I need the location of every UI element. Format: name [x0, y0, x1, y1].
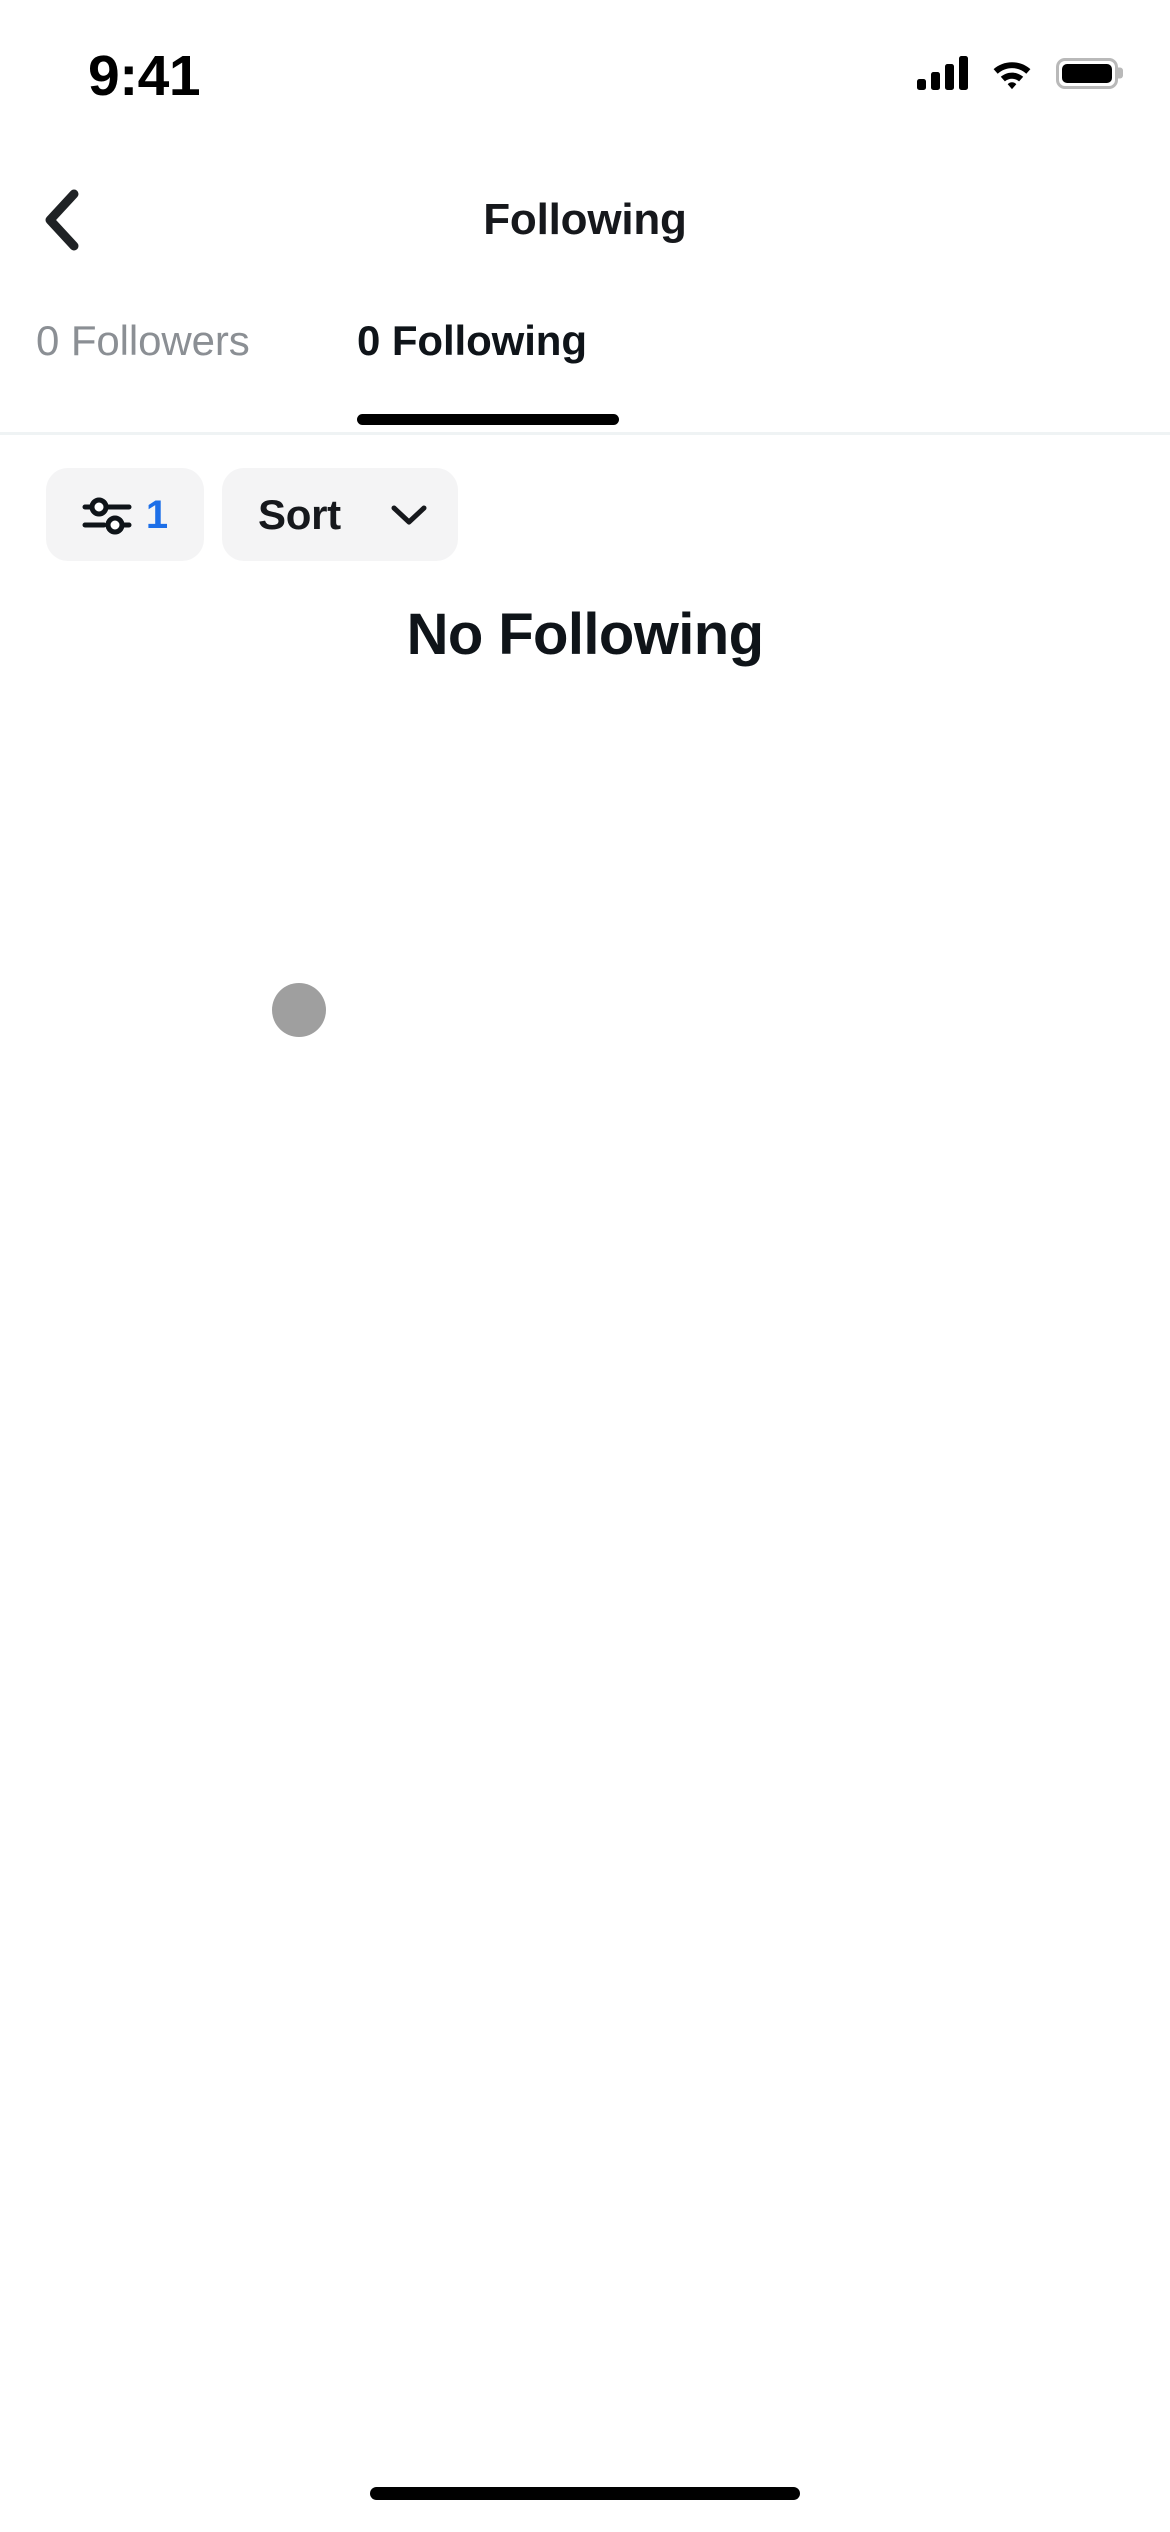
chevron-down-icon — [390, 503, 428, 527]
tab-followers[interactable]: 0 Followers — [36, 290, 250, 432]
tab-followers-label: 0 Followers — [36, 317, 250, 364]
status-bar: 9:41 — [0, 0, 1170, 160]
tab-following-label: 0 Following — [357, 317, 587, 364]
status-bar-time: 9:41 — [88, 44, 201, 108]
filter-button[interactable]: 1 — [46, 468, 204, 561]
sort-button[interactable]: Sort — [222, 468, 458, 561]
tab-following[interactable]: 0 Following — [357, 290, 587, 432]
touch-point-indicator — [272, 983, 326, 1037]
chevron-left-icon — [43, 189, 81, 251]
battery-fill — [1062, 63, 1112, 83]
wifi-icon — [990, 56, 1034, 90]
active-tab-indicator — [357, 414, 619, 425]
empty-state: No Following — [0, 600, 1170, 670]
empty-state-title: No Following — [406, 602, 764, 667]
navigation-bar: Following — [0, 160, 1170, 280]
home-indicator[interactable] — [370, 2487, 800, 2500]
battery-icon — [1056, 57, 1118, 89]
back-button[interactable] — [12, 170, 112, 270]
filter-count-badge: 1 — [145, 492, 169, 537]
filter-sort-row: 1 Sort — [0, 468, 1170, 1037]
sliders-filter-icon — [82, 493, 132, 537]
page-title: Following — [483, 195, 687, 244]
phone-screen: 9:41 Following 0 Followers 0 Following 1… — [0, 0, 1170, 2532]
sort-button-label: Sort — [258, 490, 341, 538]
status-bar-icons — [917, 50, 1118, 96]
cellular-signal-icon — [917, 56, 968, 90]
